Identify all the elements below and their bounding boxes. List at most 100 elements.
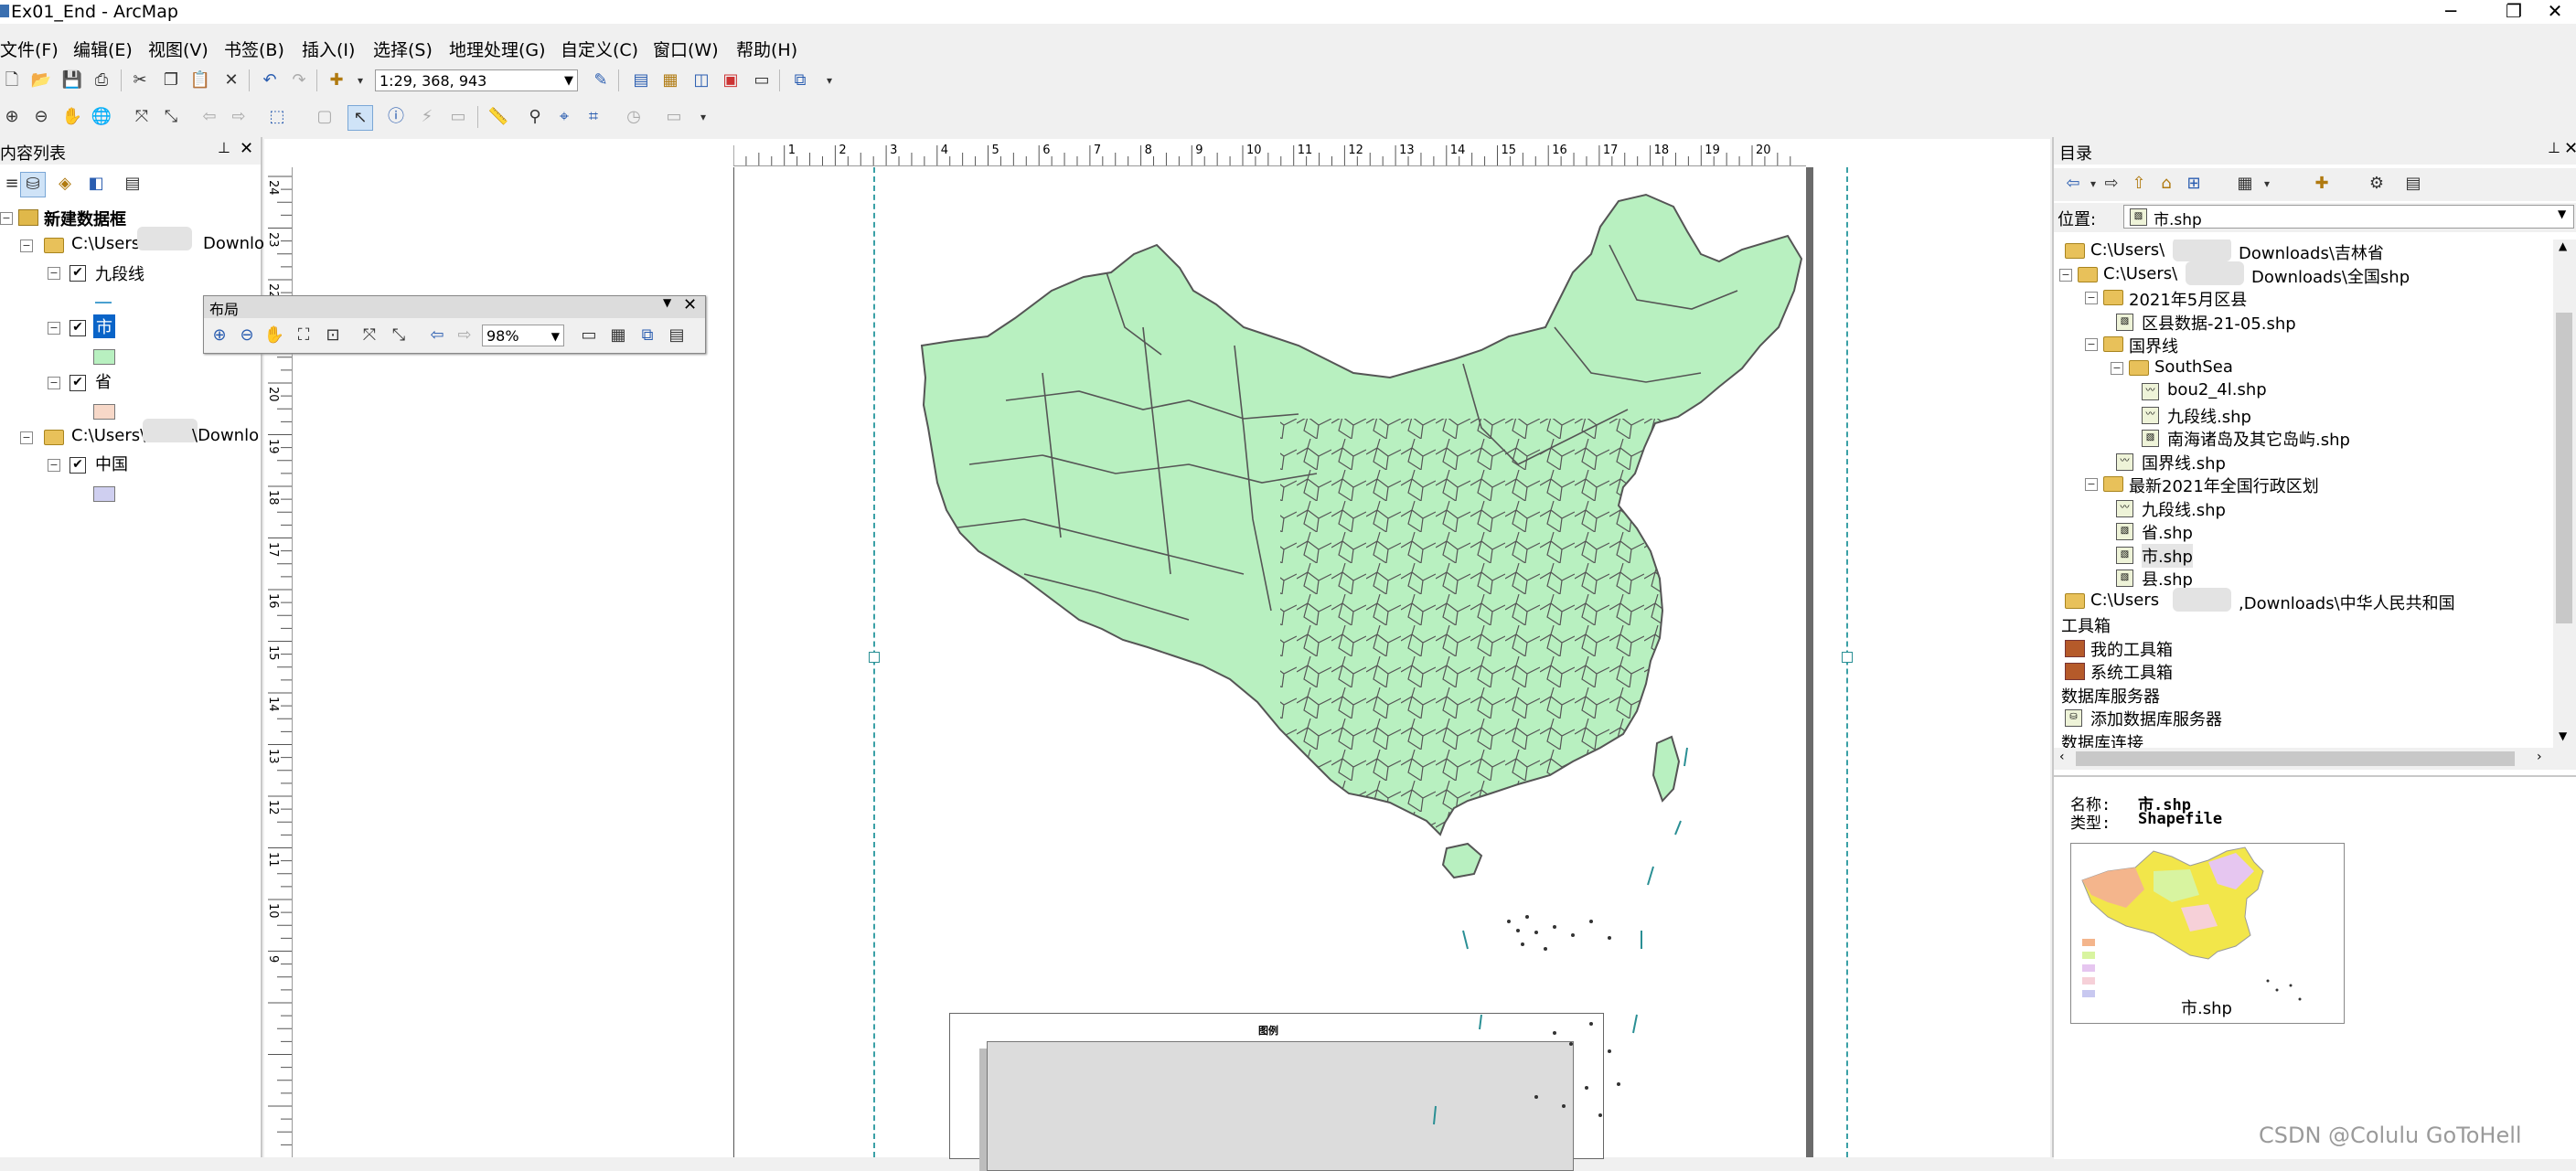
catalog-tree-item[interactable]: − 国界线 (2058, 333, 2551, 357)
resize-handle[interactable] (1842, 652, 1853, 663)
collapse-icon[interactable]: − (20, 240, 33, 252)
zoom-whole-page-icon[interactable]: ⛶ (292, 324, 315, 347)
collapse-icon[interactable]: − (48, 322, 60, 335)
toggle-draft-mode-icon[interactable]: ▭ (577, 324, 601, 347)
paste-icon[interactable]: 📋 (188, 69, 212, 92)
back-extent-icon[interactable]: ⇦ (425, 324, 449, 347)
menu-insert[interactable]: 插入(I) (302, 37, 355, 61)
resize-handle[interactable] (869, 652, 880, 663)
toolbar-options-icon[interactable]: ▾ (691, 105, 715, 129)
catalog-tree-item[interactable]: 〰国界线.shp (2058, 450, 2551, 474)
scroll-left-icon[interactable]: ‹ (2059, 750, 2065, 764)
catalog-tree-item[interactable]: 我的工具箱 (2058, 636, 2551, 660)
collapse-icon[interactable]: − (48, 377, 60, 389)
scroll-up-icon[interactable]: ▲ (2559, 240, 2567, 252)
layer-name-nine-dash-line[interactable]: 九段线 (95, 261, 144, 285)
find-icon[interactable]: ⚲ (523, 105, 547, 129)
collapse-icon[interactable]: − (48, 267, 60, 280)
catalog-tree-item[interactable]: 〰九段线.shp (2058, 496, 2551, 520)
location-input[interactable]: ▧ 市.shp ▼ (2123, 205, 2574, 229)
back-extent-icon[interactable]: ⇦ (198, 105, 221, 129)
catalog-tree-item[interactable]: 数据库服务器 (2058, 683, 2551, 707)
zoom-out-page-icon[interactable]: ⊖ (235, 324, 259, 347)
find-route-icon[interactable]: ⌖ (552, 105, 576, 129)
views-icon[interactable]: ▦ (2233, 172, 2257, 196)
scroll-right-icon[interactable]: › (2537, 750, 2542, 764)
add-data-icon[interactable]: ✚ (325, 69, 348, 92)
zoom-out-icon[interactable]: ⊖ (29, 105, 53, 129)
identify-icon[interactable]: ⓘ (384, 105, 408, 129)
catalog-tree-item[interactable]: − 最新2021年全国行政区划 (2058, 473, 2551, 496)
zoom-in-icon[interactable]: ⊕ (0, 105, 24, 129)
menu-geoprocessing[interactable]: 地理处理(G) (449, 37, 546, 61)
menu-edit[interactable]: 编辑(E) (73, 37, 133, 61)
catalog-tree-item[interactable]: ▧ 区县数据-21-05.shp (2058, 310, 2551, 334)
fill-symbol[interactable] (93, 404, 115, 420)
new-document-icon[interactable]: 🗋 (0, 69, 24, 92)
connect-folder-icon[interactable]: ⊞ (2182, 172, 2206, 196)
select-elements-icon[interactable]: ↖ (347, 105, 373, 131)
collapse-icon[interactable]: − (2085, 292, 2098, 304)
collapse-icon[interactable]: − (48, 459, 60, 472)
toc-options-icon[interactable]: ▤ (121, 172, 144, 196)
collapse-icon[interactable]: − (2111, 361, 2123, 375)
fixed-zoom-in-icon[interactable]: ⤧ (358, 324, 381, 347)
map-scale-combobox[interactable]: 1:29, 368, 943 ▼ (375, 69, 578, 91)
forward-extent-icon[interactable]: ⇨ (227, 105, 251, 129)
layer-name-china[interactable]: 中国 (95, 452, 128, 475)
layout-toolbar[interactable]: 布局 ▼ ✕ ⊕ ⊖ ✋ ⛶ ⊡ ⤧ ⤡ ⇦ ⇨ 98% ▼ ▭ ▦ ⧉ ▤ (203, 295, 706, 354)
print-icon[interactable]: ⎙ (90, 69, 113, 92)
layer-visibility-checkbox[interactable]: ✔ (69, 265, 86, 282)
catalog-options-icon[interactable]: ⚙ (2365, 172, 2389, 196)
layer-name-province[interactable]: 省 (95, 369, 112, 393)
menu-selection[interactable]: 选择(S) (373, 37, 433, 61)
select-features-icon[interactable]: ⬚ (265, 105, 289, 129)
editor-toolbar-icon[interactable]: ✎ (589, 69, 613, 92)
catalog-tree-item[interactable]: C:\Users\ Downloads\吉林省 (2058, 240, 2551, 263)
delete-icon[interactable]: ✕ (219, 69, 243, 92)
full-extent-icon[interactable]: 🌐 (90, 105, 113, 129)
pan-icon[interactable]: ✋ (60, 105, 84, 129)
close-icon[interactable]: ✕ (683, 295, 697, 314)
forward-extent-icon[interactable]: ⇨ (453, 324, 476, 347)
layer-visibility-checkbox[interactable]: ✔ (69, 457, 86, 474)
clear-selection-icon[interactable]: ▢ (313, 105, 337, 129)
time-slider-icon[interactable]: ◷ (622, 105, 646, 129)
table-of-contents-icon[interactable]: ▤ (629, 69, 653, 92)
measure-icon[interactable]: 📏 (486, 105, 510, 129)
scroll-thumb[interactable] (2556, 313, 2572, 623)
chevron-down-icon[interactable]: ▼ (663, 296, 671, 309)
catalog-vertical-scrollbar[interactable]: ▲ ▼ (2553, 240, 2576, 748)
focus-data-frame-icon[interactable]: ▦ (606, 324, 630, 347)
catalog-tree-item[interactable]: C:\Users ,Downloads\中华人民共和国 (2058, 587, 2551, 613)
layer-name-city[interactable]: 市 (93, 314, 115, 338)
zoom-percent-combobox[interactable]: 98% ▼ (482, 325, 564, 346)
menu-file[interactable]: 文件(F) (0, 37, 59, 61)
catalog-tree-item[interactable]: − C:\Users\ Downloads\全国shp (2058, 261, 2551, 287)
open-folder-icon[interactable]: 📂 (29, 69, 53, 92)
catalog-close-button[interactable]: ✕ (2564, 139, 2576, 158)
layer-visibility-checkbox[interactable]: ✔ (69, 320, 86, 336)
cut-icon[interactable]: ✂ (128, 69, 152, 92)
catalog-tree-item[interactable]: ▧ 市.shp (2058, 543, 2551, 568)
fixed-zoom-out-icon[interactable]: ⤡ (387, 324, 411, 347)
python-window-icon[interactable]: ▭ (750, 69, 774, 92)
list-by-visibility-icon[interactable]: ◈ (53, 172, 77, 196)
catalog-view-icon[interactable]: ▤ (2401, 172, 2425, 196)
redo-icon[interactable]: ↷ (287, 69, 311, 92)
catalog-tree-item[interactable]: 〰九段线.shp (2058, 403, 2551, 427)
minimize-button[interactable]: ─ (2430, 0, 2472, 24)
up-one-level-icon[interactable]: ⇧ (2127, 172, 2151, 196)
list-by-selection-icon[interactable]: ◧ (84, 172, 108, 196)
new-folder-icon[interactable]: ✚ (2310, 172, 2334, 196)
fill-symbol[interactable] (93, 486, 115, 502)
chevron-down-icon[interactable]: ▾ (348, 69, 372, 92)
catalog-tree-item[interactable]: ▧ 省.shp (2058, 519, 2551, 543)
layer-visibility-checkbox[interactable]: ✔ (69, 375, 86, 391)
search-window-icon[interactable]: ◫ (689, 69, 713, 92)
copy-icon[interactable]: ❐ (159, 69, 183, 92)
toc-close-button[interactable]: ✕ (240, 139, 253, 158)
china-map[interactable] (914, 190, 1811, 995)
collapse-icon[interactable]: − (2085, 338, 2098, 351)
fixed-zoom-in-icon[interactable]: ⤧ (130, 105, 154, 129)
